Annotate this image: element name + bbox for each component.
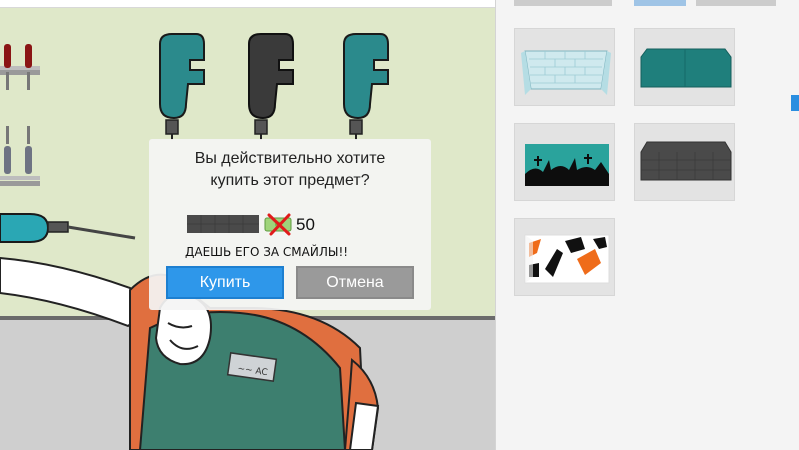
panel-scrollbar[interactable]	[791, 95, 799, 111]
orange-camo-icon	[524, 234, 610, 284]
item-shop-panel	[495, 0, 799, 450]
teal-panel-icon	[640, 48, 732, 88]
purchase-dialog: Вы действительно хотите купить этот пред…	[149, 139, 431, 310]
top-bar	[0, 0, 495, 8]
smiles-offer-text: ДАЕШЬ ЕГО ЗА СМАЙЛЫ!!	[185, 245, 349, 259]
shop-item-brick-wall[interactable]	[514, 28, 615, 106]
drill-teal-2	[343, 33, 389, 140]
dialog-question-line1: Вы действительно хотите	[194, 150, 386, 167]
held-drill	[0, 213, 136, 243]
shop-item-teal-panel[interactable]	[634, 28, 735, 106]
tab-category-3[interactable]	[696, 0, 776, 6]
drill-black	[248, 33, 294, 140]
tab-category-1[interactable]	[514, 0, 612, 6]
worker-left-arm	[0, 256, 152, 328]
shop-item-dark-tile[interactable]	[634, 123, 735, 201]
cancel-button[interactable]: Отмена	[296, 266, 414, 299]
game-screen: ~~ AC Вы действительно хотите купить это…	[0, 0, 799, 450]
dialog-question: Вы действительно хотите купить этот пред…	[149, 148, 431, 192]
hanging-tools-top	[0, 44, 40, 90]
tab-category-2[interactable]	[634, 0, 686, 6]
shop-item-orange-camo[interactable]	[514, 218, 615, 296]
price-value: 50	[296, 215, 315, 234]
drill-teal-1	[159, 33, 205, 140]
shop-item-graveyard[interactable]	[514, 123, 615, 201]
item-preview-icon	[187, 215, 259, 233]
buy-button[interactable]: Купить	[166, 266, 284, 299]
dark-tile-icon	[640, 141, 732, 181]
graveyard-icon	[525, 144, 609, 186]
dialog-question-line2: купить этот предмет?	[210, 172, 370, 189]
hanging-tools-bottom	[0, 126, 40, 186]
cash-crossed-icon	[264, 213, 292, 236]
brick-wall-icon	[521, 50, 611, 95]
